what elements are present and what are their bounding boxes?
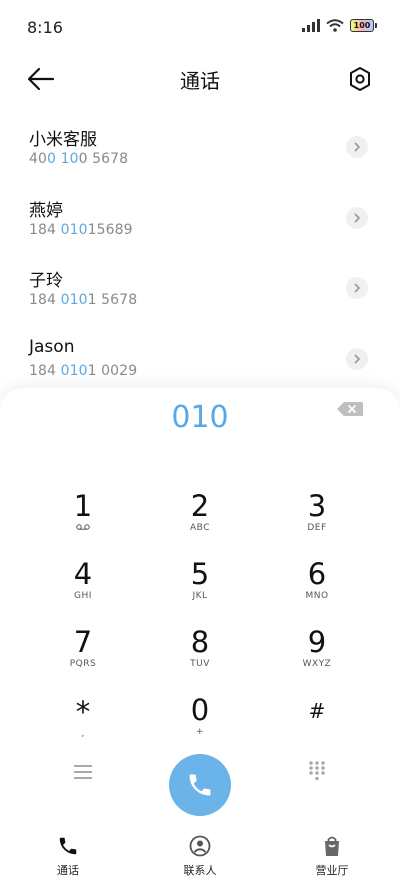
key-letters: TUV [190, 659, 210, 669]
match-list: 小米客服 400 100 5678 燕婷 184 01015689 子玲 184… [0, 115, 400, 397]
key-digit: # [308, 699, 326, 723]
dial-key-6[interactable]: 6 MNO [277, 558, 357, 616]
backspace-icon[interactable] [336, 401, 364, 417]
key-digit: 3 [307, 489, 327, 523]
number-part: 0 5678 [78, 151, 129, 167]
contact-name: Jason [29, 336, 75, 357]
dial-key-0[interactable]: 0 + [160, 694, 240, 752]
number-part: 184 [29, 221, 61, 238]
settings-hexagon-icon[interactable] [348, 66, 372, 92]
key-digit: 6 [307, 557, 327, 591]
contact-number: 184 0101 5678 [29, 292, 137, 308]
dial-key-3[interactable]: 3 DEF [277, 490, 357, 548]
battery-icon: 100 [350, 19, 377, 32]
number-part: 1 0029 [87, 362, 138, 379]
chevron-right-icon [354, 353, 361, 364]
battery-level: 100 [353, 21, 371, 30]
list-item[interactable]: Jason 184 0101 0029 [0, 327, 400, 398]
list-item[interactable]: 燕婷 184 01015689 [0, 186, 400, 257]
contact-person-icon [189, 835, 211, 857]
key-digit: 8 [190, 625, 210, 659]
number-part: 184 [29, 362, 61, 379]
key-letters: JKL [192, 591, 208, 601]
key-digit: 9 [307, 625, 327, 659]
number-match: 010 [60, 362, 88, 379]
key-digit: 1 [73, 489, 93, 523]
tab-calls[interactable]: 通话 [18, 834, 118, 878]
number-part: 1 5678 [87, 292, 138, 308]
dialpad-grid-icon [309, 761, 325, 781]
dial-key-8[interactable]: 8 TUV [160, 626, 240, 684]
contact-number: 184 0101 0029 [29, 363, 137, 379]
number-match: 0 10 [47, 151, 79, 167]
tab-label: 营业厅 [315, 864, 349, 877]
dial-key-1[interactable]: 1 [43, 490, 123, 548]
chevron-right-icon [354, 142, 361, 152]
number-part: 40 [29, 151, 48, 167]
detail-button[interactable] [346, 347, 368, 370]
bottom-tab-bar: 通话 联系人 营业厅 [0, 824, 400, 889]
header: 通话 [0, 56, 400, 102]
dial-key-2[interactable]: 2 ABC [160, 490, 240, 548]
tab-service-hall[interactable]: 营业厅 [282, 834, 382, 878]
dial-key-star[interactable]: * , [43, 696, 123, 754]
wifi-icon [326, 19, 344, 32]
menu-lines-icon [74, 765, 92, 779]
voicemail-icon [43, 523, 123, 533]
contact-name: 子玲 [29, 271, 63, 291]
detail-button[interactable] [346, 136, 368, 158]
key-digit: 4 [73, 557, 93, 591]
key-digit: 5 [190, 557, 210, 591]
number-part: 15689 [87, 221, 133, 238]
dialpad-toggle-button[interactable] [302, 756, 332, 786]
detail-button[interactable] [346, 277, 368, 299]
menu-button[interactable] [68, 757, 98, 787]
page-title: 通话 [180, 69, 220, 93]
contact-name: 小米客服 [29, 130, 97, 150]
dial-key-5[interactable]: 5 JKL [160, 558, 240, 616]
tab-contacts[interactable]: 联系人 [150, 834, 250, 878]
list-item[interactable]: 小米客服 400 100 5678 [0, 115, 400, 186]
dial-key-9[interactable]: 9 WXYZ [277, 626, 357, 684]
key-letters: GHI [74, 591, 92, 601]
phone-tab-icon [59, 837, 77, 855]
key-digit: 2 [190, 489, 210, 523]
key-digit: 7 [73, 625, 93, 659]
list-item[interactable]: 子玲 184 0101 5678 [0, 256, 400, 327]
key-digit: 0 [190, 693, 210, 727]
dial-key-hash[interactable]: # [277, 696, 357, 754]
key-letters: + [195, 727, 205, 737]
signal-icon [302, 19, 320, 32]
contact-number: 400 100 5678 [29, 151, 128, 167]
phone-icon [189, 774, 211, 796]
contact-number: 184 01015689 [29, 222, 133, 238]
number-part: 184 [29, 292, 61, 308]
key-digit: * [75, 695, 91, 729]
status-icons: 100 [302, 19, 377, 32]
tab-label: 通话 [57, 864, 79, 877]
detail-button[interactable] [346, 206, 368, 229]
number-match: 010 [60, 221, 88, 238]
key-letters: PQRS [69, 659, 97, 669]
number-match: 010 [60, 292, 88, 308]
status-bar: 8:16 100 [0, 0, 400, 56]
dial-key-4[interactable]: 4 GHI [43, 558, 123, 616]
key-letters: , [81, 729, 85, 739]
key-letters: MNO [305, 591, 329, 601]
dial-key-7[interactable]: 7 PQRS [43, 626, 123, 684]
key-letters: ABC [190, 523, 210, 533]
tab-label: 联系人 [183, 864, 217, 877]
chevron-right-icon [354, 212, 361, 223]
chevron-right-icon [354, 283, 361, 293]
status-time: 8:16 [27, 18, 63, 37]
key-letters: DEF [307, 523, 327, 533]
shopping-bag-icon [325, 836, 339, 856]
key-letters: WXYZ [302, 659, 332, 669]
contact-name: 燕婷 [29, 200, 63, 221]
call-button[interactable] [169, 754, 231, 816]
